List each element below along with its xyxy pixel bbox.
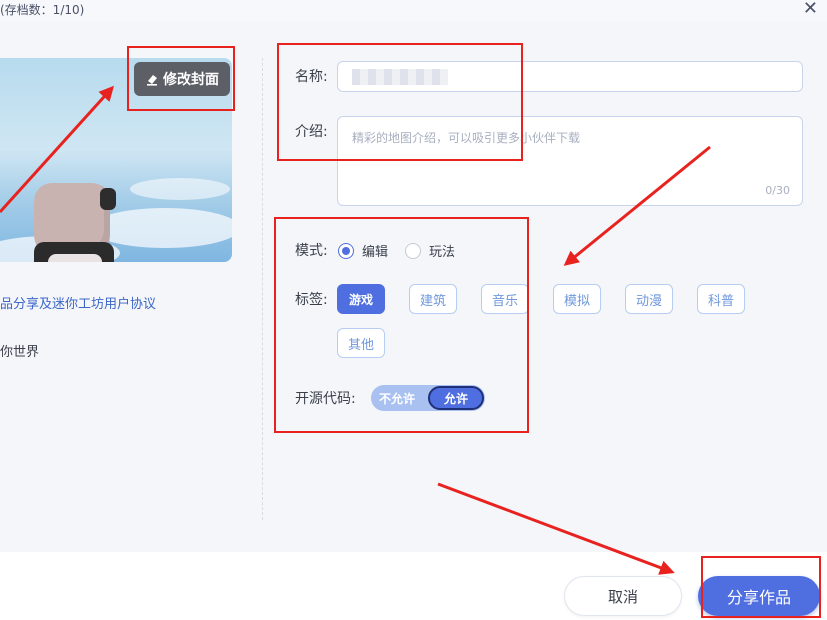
cloud-shape [90, 208, 232, 248]
column-divider [262, 58, 263, 520]
intro-char-count: 0/30 [765, 184, 790, 197]
tag-science[interactable]: 科普 [697, 284, 745, 314]
tag-simulation[interactable]: 模拟 [553, 284, 601, 314]
character-ear [100, 188, 116, 210]
save-count-title: (存档数：1/10) [0, 3, 85, 17]
cloud-shape [130, 178, 230, 200]
character-body [34, 242, 114, 262]
annotation-box [127, 46, 235, 111]
tag-anime[interactable]: 动漫 [625, 284, 673, 314]
dialog-header: (存档数：1/10) ✕ [0, 0, 827, 22]
annotation-box [701, 556, 821, 618]
annotation-box [274, 217, 529, 433]
world-text: 你世界 [0, 345, 40, 360]
agreement-link[interactable]: 品分享及迷你工坊用户协议 [0, 293, 156, 312]
cancel-button[interactable]: 取消 [564, 576, 682, 616]
annotation-box [277, 43, 523, 161]
close-icon[interactable]: ✕ [803, 0, 818, 19]
